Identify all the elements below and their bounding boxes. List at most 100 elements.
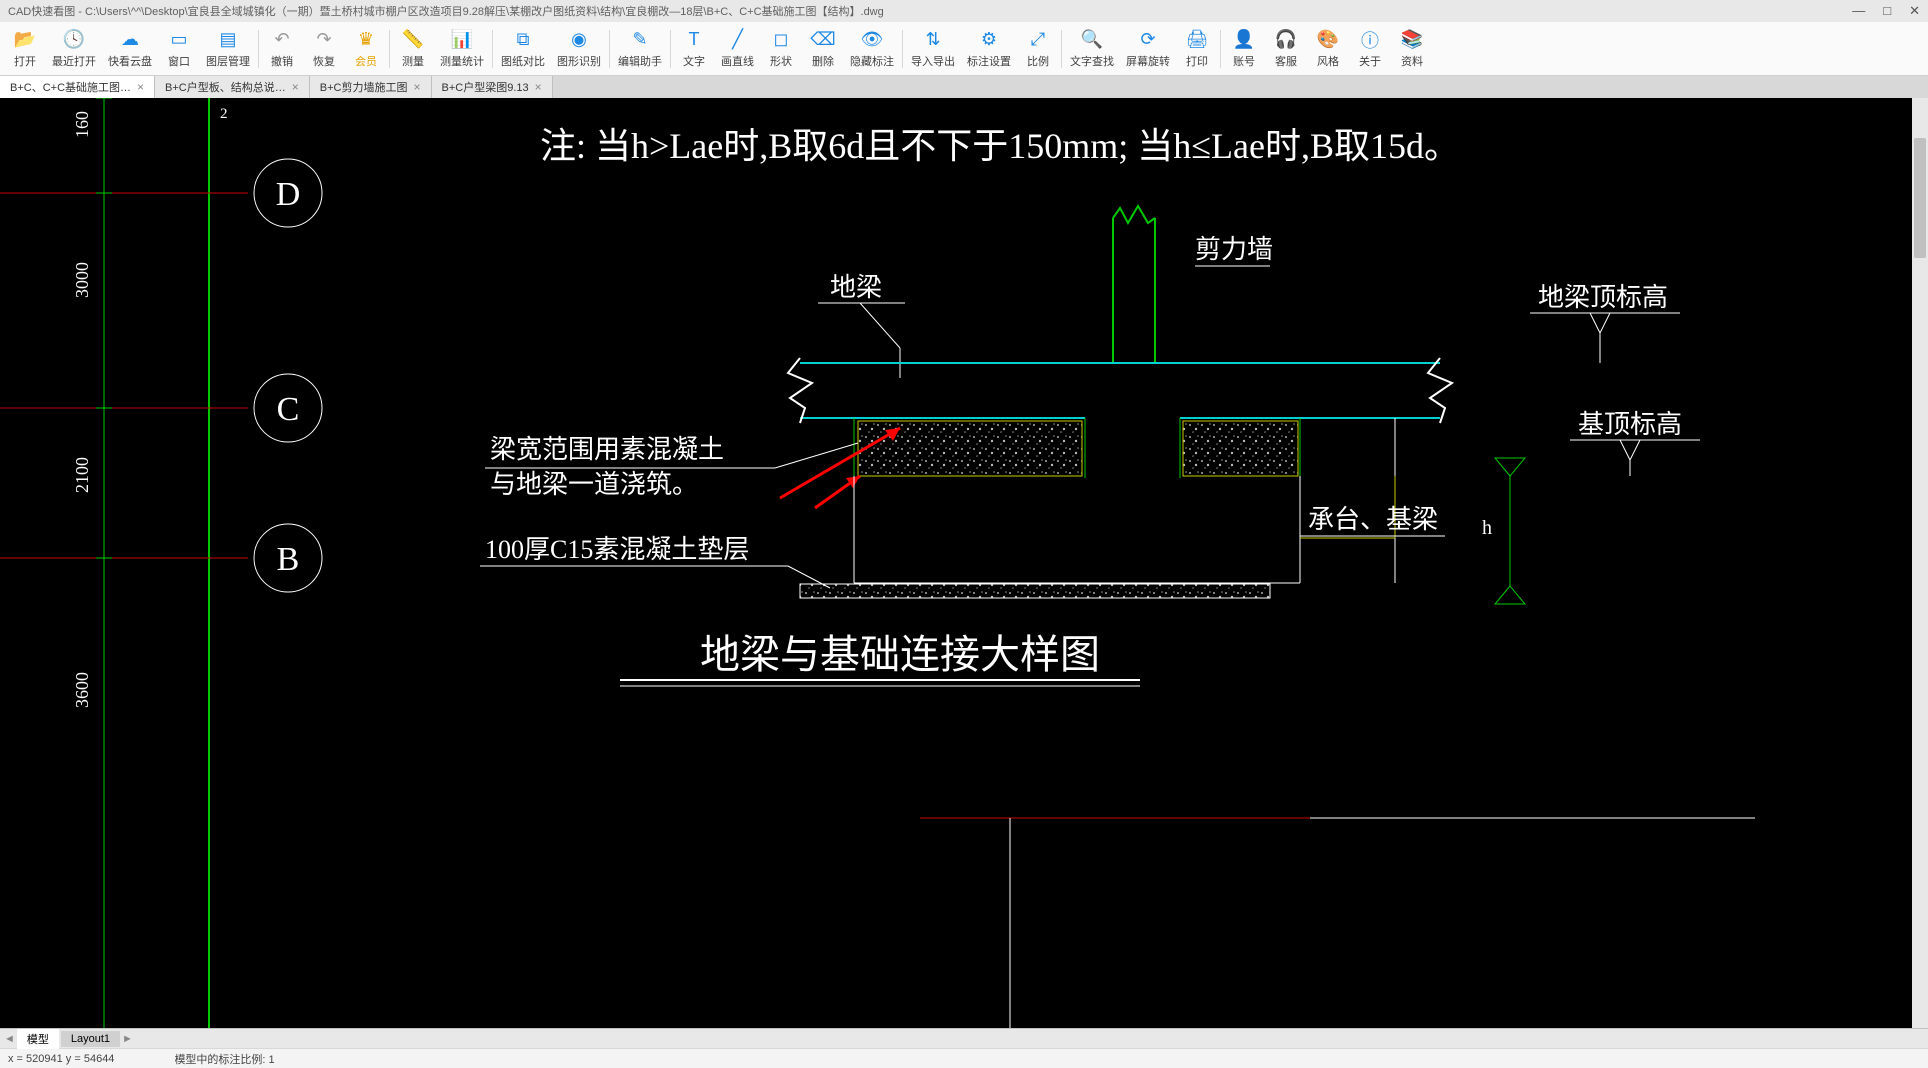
title-bar: CAD快速看图 - C:\Users\^^\Desktop\宜良县全域城镇化（一… [0, 0, 1928, 22]
redo-button[interactable]: ↷恢复 [303, 27, 345, 71]
svg-text:地梁: 地梁 [830, 273, 882, 302]
drawing-canvas[interactable]: D C B 160 3000 2100 3600 2 注: 当h>Lae时,B取… [0, 98, 1928, 1028]
recent-button[interactable]: 🕓最近打开 [46, 27, 102, 71]
toolbar-separator [1220, 30, 1221, 68]
info-icon: ⓘ [1359, 29, 1381, 51]
text-search-button[interactable]: 🔍文字查找 [1064, 27, 1120, 71]
ruler-icon: 📏 [402, 29, 424, 51]
tab-beam[interactable]: B+C户型梁图9.13× [432, 76, 553, 98]
undo-icon: ↶ [271, 29, 293, 51]
tab-model[interactable]: 模型 [17, 1029, 59, 1049]
line-button[interactable]: ╱画直线 [715, 27, 760, 71]
material-button[interactable]: 📚资料 [1391, 27, 1433, 71]
minimize-button[interactable]: — [1852, 3, 1865, 19]
main-toolbar: 📂打开 🕓最近打开 ☁快看云盘 ▭窗口 ▤图层管理 ↶撤销 ↷恢复 ♛会员 📏测… [0, 22, 1928, 76]
compare-button[interactable]: ⧉图纸对比 [495, 27, 551, 71]
tab-layout1[interactable]: Layout1 [61, 1031, 120, 1047]
svg-text:2100: 2100 [72, 457, 92, 493]
vertical-scrollbar[interactable] [1912, 98, 1928, 1028]
rotate-button[interactable]: ⟳屏幕旋转 [1120, 27, 1176, 71]
style-button[interactable]: 🎨风格 [1307, 27, 1349, 71]
layers-icon: ▤ [217, 29, 239, 51]
toolbar-separator [902, 30, 903, 68]
close-tab-icon[interactable]: × [414, 80, 421, 94]
shape-icon: ◻ [770, 29, 792, 51]
cloud-icon: ☁ [119, 29, 141, 51]
svg-text:160: 160 [72, 111, 92, 138]
edit-icon: ✎ [629, 29, 651, 51]
layout-tabs: ◄ 模型 Layout1 ► [0, 1028, 1928, 1048]
recognize-icon: ◉ [568, 29, 590, 51]
svg-text:梁宽范围用素混凝土: 梁宽范围用素混凝土 [490, 435, 724, 464]
close-tab-icon[interactable]: × [137, 80, 144, 94]
edit-helper-button[interactable]: ✎编辑助手 [612, 27, 668, 71]
open-button[interactable]: 📂打开 [4, 27, 46, 71]
line-icon: ╱ [727, 29, 749, 51]
scale-icon: ⤢ [1027, 29, 1049, 51]
window-title: CAD快速看图 - C:\Users\^^\Desktop\宜良县全域城镇化（一… [8, 3, 1852, 19]
window-controls: — □ ✕ [1852, 3, 1920, 19]
service-button[interactable]: 🎧客服 [1265, 27, 1307, 71]
delete-button[interactable]: ⌫删除 [802, 27, 844, 71]
svg-text:2: 2 [220, 106, 228, 122]
status-bar: x = 520941 y = 54644 模型中的标注比例: 1 [0, 1048, 1928, 1068]
measure-stat-button[interactable]: 📊测量统计 [434, 27, 490, 71]
toolbar-separator [389, 30, 390, 68]
undo-button[interactable]: ↶撤销 [261, 27, 303, 71]
svg-text:承台、基梁: 承台、基梁 [1308, 505, 1438, 534]
svg-text:100厚C15素混凝土垫层: 100厚C15素混凝土垫层 [485, 535, 749, 564]
toolbar-separator [609, 30, 610, 68]
scrollbar-thumb[interactable] [1914, 138, 1926, 258]
tab-slab[interactable]: B+C户型板、结构总说…× [155, 76, 310, 98]
recognize-button[interactable]: ◉图形识别 [551, 27, 607, 71]
scale-button[interactable]: ⤢比例 [1017, 27, 1059, 71]
eraser-icon: ⌫ [812, 29, 834, 51]
stats-icon: 📊 [451, 29, 473, 51]
print-icon: 🖨 [1186, 29, 1208, 51]
tab-shearwall[interactable]: B+C剪力墙施工图× [310, 76, 432, 98]
transfer-icon: ⇅ [922, 29, 944, 51]
close-tab-icon[interactable]: × [292, 80, 299, 94]
account-button[interactable]: 👤账号 [1223, 27, 1265, 71]
about-button[interactable]: ⓘ关于 [1349, 27, 1391, 71]
gear-icon: ⚙ [978, 29, 1000, 51]
svg-text:与地梁一道浇筑。: 与地梁一道浇筑。 [490, 470, 698, 499]
layers-button[interactable]: ▤图层管理 [200, 27, 256, 71]
search-icon: 🔍 [1081, 29, 1103, 51]
window-button[interactable]: ▭窗口 [158, 27, 200, 71]
compare-icon: ⧉ [512, 29, 534, 51]
folder-open-icon: 📂 [14, 29, 36, 51]
print-button[interactable]: 🖨打印 [1176, 27, 1218, 71]
window-icon: ▭ [168, 29, 190, 51]
palette-icon: 🎨 [1317, 29, 1339, 51]
svg-text:B: B [277, 541, 300, 578]
text-button[interactable]: T文字 [673, 27, 715, 71]
svg-text:C: C [277, 391, 300, 428]
text-icon: T [683, 29, 705, 51]
cloud-button[interactable]: ☁快看云盘 [102, 27, 158, 71]
svg-text:h: h [1482, 517, 1492, 539]
document-tabs: B+C、C+C基础施工图…× B+C户型板、结构总说…× B+C剪力墙施工图× … [0, 76, 1928, 98]
vip-button[interactable]: ♛会员 [345, 27, 387, 71]
shape-button[interactable]: ◻形状 [760, 27, 802, 71]
user-icon: 👤 [1233, 29, 1255, 51]
close-tab-icon[interactable]: × [535, 80, 542, 94]
maximize-button[interactable]: □ [1883, 3, 1891, 19]
svg-text:3000: 3000 [72, 262, 92, 298]
headset-icon: 🎧 [1275, 29, 1297, 51]
toolbar-separator [1061, 30, 1062, 68]
measure-button[interactable]: 📏测量 [392, 27, 434, 71]
tab-foundation[interactable]: B+C、C+C基础施工图…× [0, 76, 155, 98]
svg-text:地梁顶标高: 地梁顶标高 [1538, 283, 1668, 312]
redo-icon: ↷ [313, 29, 335, 51]
coordinates: x = 520941 y = 54644 [8, 1053, 114, 1065]
close-button[interactable]: ✕ [1909, 3, 1920, 19]
toolbar-separator [492, 30, 493, 68]
book-icon: 📚 [1401, 29, 1423, 51]
hide-annot-button[interactable]: 👁隐藏标注 [844, 27, 900, 71]
clock-icon: 🕓 [63, 29, 85, 51]
toolbar-separator [258, 30, 259, 68]
rotate-icon: ⟳ [1137, 29, 1159, 51]
import-export-button[interactable]: ⇅导入导出 [905, 27, 961, 71]
annot-settings-button[interactable]: ⚙标注设置 [961, 27, 1017, 71]
